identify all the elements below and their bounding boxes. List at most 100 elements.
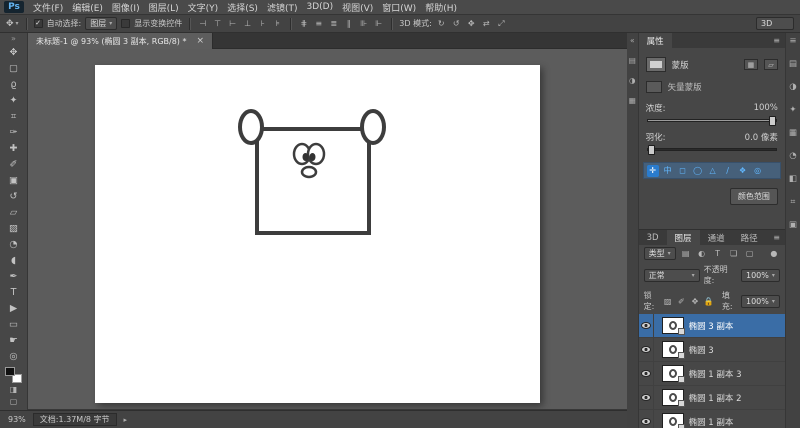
layer-thumbnail[interactable] xyxy=(661,413,685,428)
eyedropper-tool[interactable]: ✑ xyxy=(3,124,25,140)
shape-filter-icon[interactable]: ❏ xyxy=(728,249,740,258)
marquee-tool[interactable]: ▢ xyxy=(3,60,25,76)
grid-icon[interactable]: ▤ xyxy=(789,59,797,69)
layer-name[interactable]: 椭圆 3 xyxy=(689,344,714,356)
workspace-badge[interactable]: 3D xyxy=(756,17,794,30)
layer-visibility-toggle[interactable] xyxy=(639,338,654,361)
density-value[interactable]: 100% xyxy=(754,103,778,113)
line-icon[interactable]: ∕ xyxy=(722,165,734,177)
clone-stamp-tool[interactable]: ▣ xyxy=(3,172,25,188)
layer-thumbnail[interactable] xyxy=(661,365,685,383)
menu-item-view[interactable]: 视图(V) xyxy=(342,1,373,14)
collapse-tools-icon[interactable]: » xyxy=(11,34,16,44)
add-pixel-mask-icon[interactable]: ▦ xyxy=(743,59,758,70)
mask-target-icon[interactable]: ✛ xyxy=(646,164,659,177)
density-slider-knob[interactable] xyxy=(768,116,776,126)
distribute-top-icon[interactable]: ⋕ xyxy=(298,19,309,28)
lock-transparency-icon[interactable]: ▨ xyxy=(663,297,673,306)
color-swatches[interactable] xyxy=(5,367,22,383)
square-icon[interactable]: ▣ xyxy=(789,220,797,230)
brush-tool[interactable]: ✐ xyxy=(3,156,25,172)
color-range-button[interactable]: 颜色范围 xyxy=(729,188,778,205)
foreground-color-swatch[interactable] xyxy=(5,367,15,376)
healing-brush-tool[interactable]: ✚ xyxy=(3,140,25,156)
lock-all-icon[interactable]: 🔒 xyxy=(704,297,714,306)
feather-slider-knob[interactable] xyxy=(647,145,655,155)
eraser-tool[interactable]: ▱ xyxy=(3,204,25,220)
history-brush-tool[interactable]: ↺ xyxy=(3,188,25,204)
zoom-tool[interactable]: ◎ xyxy=(3,348,25,364)
auto-select-dropdown[interactable]: 图层 ▾ xyxy=(85,17,118,30)
layer-thumbnail[interactable] xyxy=(661,389,685,407)
pixel-filter-icon[interactable]: ▤ xyxy=(680,249,692,258)
fill-field[interactable]: 100% ▾ xyxy=(741,294,780,308)
tool-preset-picker[interactable]: ✥ ▾ xyxy=(6,19,19,29)
layer-thumbnail[interactable] xyxy=(661,341,685,359)
status-options-arrow-icon[interactable]: ▸ xyxy=(124,416,128,424)
distribute-left-icon[interactable]: ∥ xyxy=(343,19,354,28)
menu-item-layer[interactable]: 图层(L) xyxy=(149,1,179,14)
half-block-icon[interactable]: ◧ xyxy=(789,174,797,184)
dodge-tool[interactable]: ◖ xyxy=(3,252,25,268)
layer-visibility-toggle[interactable] xyxy=(639,410,654,428)
tab-properties[interactable]: 属性 xyxy=(638,33,672,48)
mask-thumbnail[interactable] xyxy=(645,57,666,72)
layer-row[interactable]: 椭圆 1 副本 3 xyxy=(638,362,785,386)
layer-row[interactable]: 椭圆 3 副本 xyxy=(638,314,785,338)
layer-visibility-toggle[interactable] xyxy=(639,386,654,409)
layer-row[interactable]: 椭圆 1 副本 2 xyxy=(638,386,785,410)
table-icon[interactable]: ▦ xyxy=(789,128,797,138)
menu-item-help[interactable]: 帮助(H) xyxy=(425,1,457,14)
star-icon[interactable]: ✦ xyxy=(789,105,796,115)
hash-icon[interactable]: ⌗ xyxy=(791,197,796,207)
layer-name[interactable]: 椭圆 3 副本 xyxy=(689,320,734,332)
menu-item-select[interactable]: 选择(S) xyxy=(227,1,258,14)
3d-rotate-icon[interactable]: ↻ xyxy=(436,19,447,28)
shape-tool[interactable]: ▭ xyxy=(3,316,25,332)
layer-visibility-toggle[interactable] xyxy=(639,362,654,385)
magnifier-icon[interactable]: ◎ xyxy=(752,165,764,177)
contrast-panel-icon[interactable]: ◑ xyxy=(629,76,636,85)
quick-mask-button[interactable]: ◨ xyxy=(3,383,25,395)
3d-slide-icon[interactable]: ⇄ xyxy=(481,19,492,28)
3d-roll-icon[interactable]: ↺ xyxy=(451,19,462,28)
tab-layers[interactable]: 图层 xyxy=(666,230,700,245)
custom-shape-icon[interactable]: ❖ xyxy=(737,165,749,177)
panel-menu-icon[interactable]: ≡ xyxy=(773,233,785,242)
move-tool[interactable]: ✥ xyxy=(3,44,25,60)
document-canvas[interactable] xyxy=(95,65,540,403)
smart-object-filter-icon[interactable]: ▢ xyxy=(744,249,756,258)
menu-item-image[interactable]: 图像(I) xyxy=(112,1,140,14)
screen-mode-button[interactable]: ▢ xyxy=(3,395,25,407)
clock-icon[interactable]: ◔ xyxy=(789,151,796,161)
distribute-bottom-icon[interactable]: ≣ xyxy=(328,19,339,28)
expand-panels-icon[interactable]: « xyxy=(630,36,635,45)
quick-selection-tool[interactable]: ✦ xyxy=(3,92,25,108)
blend-mode-dropdown[interactable]: 正常 ▾ xyxy=(643,268,700,282)
layer-name[interactable]: 椭圆 1 副本 xyxy=(689,416,734,428)
gradient-tool[interactable]: ▨ xyxy=(3,220,25,236)
path-selection-tool[interactable]: ▶ xyxy=(3,300,25,316)
layer-name[interactable]: 椭圆 1 副本 3 xyxy=(689,368,742,380)
layer-row[interactable]: 椭圆 1 副本 xyxy=(639,410,785,428)
density-slider[interactable] xyxy=(646,116,777,126)
opacity-field[interactable]: 100% ▾ xyxy=(741,268,780,282)
feather-slider[interactable] xyxy=(646,145,777,155)
3d-drag-icon[interactable]: ✥ xyxy=(466,19,477,28)
menu-item-edit[interactable]: 编辑(E) xyxy=(72,1,103,14)
lasso-tool[interactable]: ϱ xyxy=(3,76,25,92)
type-filter-icon[interactable]: T xyxy=(712,249,724,258)
align-h-center-icon[interactable]: ⊤ xyxy=(212,19,223,28)
feather-value[interactable]: 0.0 像素 xyxy=(745,131,778,143)
distribute-v-center-icon[interactable]: ≡ xyxy=(313,19,324,28)
tab-paths[interactable]: 路径 xyxy=(733,230,766,245)
layer-row[interactable]: 椭圆 3 xyxy=(638,338,785,362)
menu-item-filter[interactable]: 滤镜(T) xyxy=(267,1,298,14)
align-right-icon[interactable]: ⊢ xyxy=(227,19,238,28)
type-tool[interactable]: T xyxy=(3,284,25,300)
filter-toggle-icon[interactable]: ● xyxy=(768,249,780,258)
3d-scale-icon[interactable]: ⤢ xyxy=(496,19,507,29)
canvas-pasteboard[interactable] xyxy=(28,49,627,409)
lock-position-icon[interactable]: ✥ xyxy=(690,297,700,306)
rectangle-icon[interactable]: ◻ xyxy=(677,165,689,177)
